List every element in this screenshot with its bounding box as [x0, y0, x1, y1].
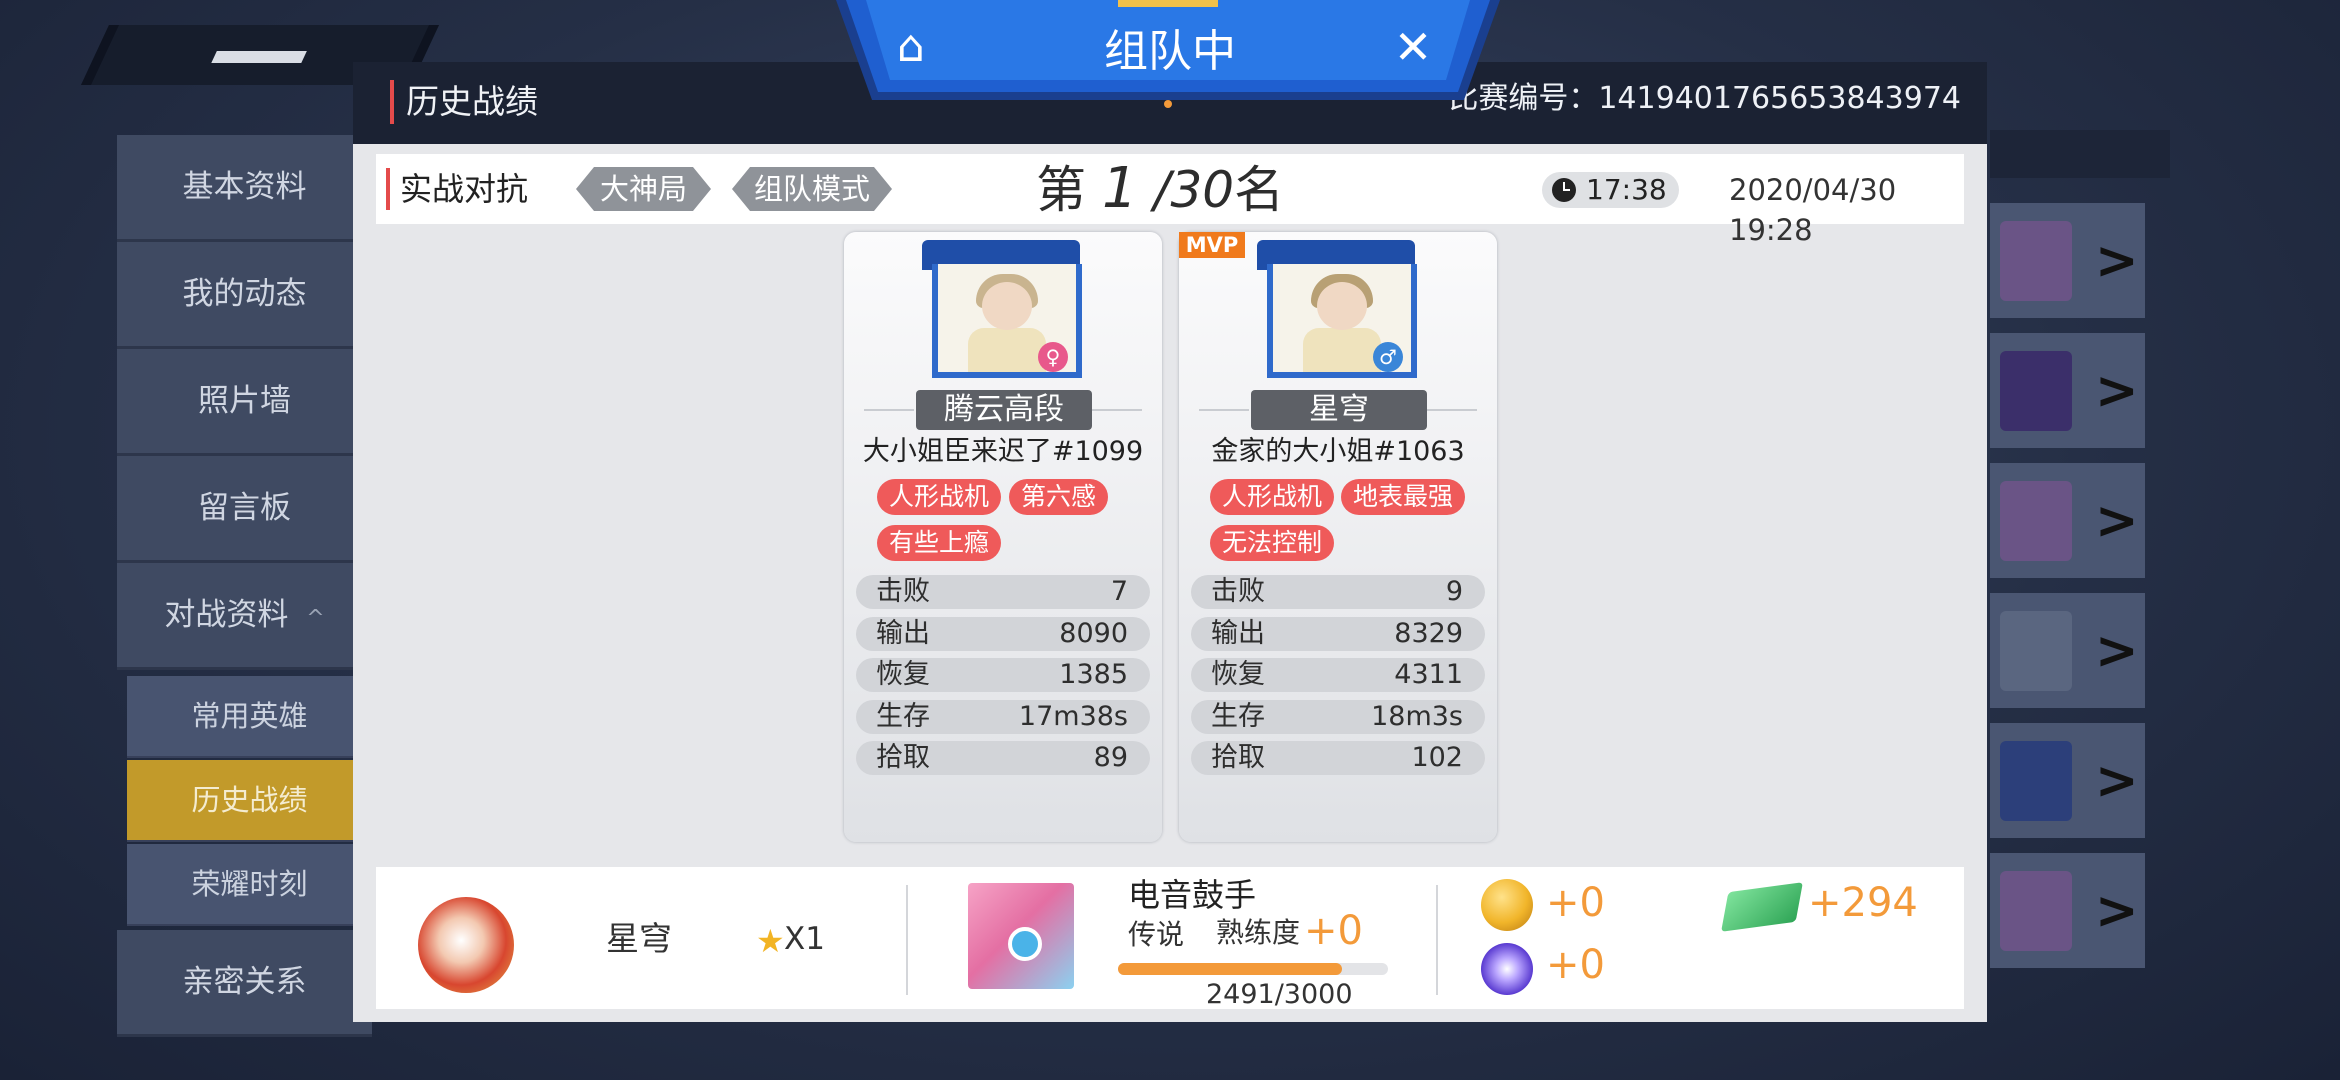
stat-row: 拾取 89 — [856, 741, 1150, 775]
player-name: 金家的大小姐#1063 — [1211, 436, 1465, 467]
proficiency-label: 熟练度 — [1216, 916, 1301, 949]
player-portrait: ♀ — [922, 240, 1082, 385]
sidebar-item-label: 对战资料 — [164, 597, 289, 633]
star-icon: ★ — [756, 922, 785, 960]
history-row[interactable]: > — [1990, 723, 2145, 838]
hero-avatar — [968, 883, 1074, 989]
rank-emblem-icon — [418, 897, 514, 993]
chevron-right-icon: > — [2095, 231, 2139, 291]
list-header-bar — [1990, 130, 2170, 178]
history-row[interactable]: > — [1990, 463, 2145, 578]
duration-text: 17:38 — [1586, 173, 1667, 206]
progress-text: 2491/3000 — [1206, 979, 1353, 1010]
hero-name: 电音鼓手 — [1128, 876, 1257, 914]
player-tag: 有些上瘾 — [877, 525, 1002, 561]
crystal-icon — [1481, 943, 1533, 995]
player-tag: 人形战机 — [877, 479, 1002, 515]
chevron-right-icon: > — [2095, 881, 2139, 941]
home-icon[interactable]: ⌂ — [886, 22, 936, 72]
chevron-right-icon: > — [2095, 621, 2139, 681]
player-tag: 第六感 — [1009, 479, 1109, 515]
player-portrait: ♂ — [1257, 240, 1417, 385]
progress-fill — [1118, 963, 1343, 975]
mode-label: 实战对抗 — [386, 168, 528, 210]
hero-thumb — [2000, 611, 2072, 691]
history-row[interactable]: > — [1990, 333, 2145, 448]
proficiency-progress — [1118, 963, 1388, 975]
stat-row: 生存 17m38s — [856, 700, 1150, 734]
gold-coin-icon — [1481, 879, 1533, 931]
rank-number: 1 — [1102, 156, 1138, 221]
history-row[interactable]: > — [1990, 593, 2145, 708]
rank-suffix: 名 — [1234, 161, 1285, 219]
male-icon: ♂ — [1373, 342, 1403, 372]
reward-summary: 星穹 ★ X1 电音鼓手 传说 熟练度 +0 2491/3000 +0 +294… — [376, 867, 1964, 1010]
banner-title: 组队中 — [1104, 26, 1236, 77]
match-datetime: 2020/04/30 19:28 — [1729, 173, 1897, 247]
rank-title: 星穹 — [1251, 390, 1427, 430]
chip-god-match: 大神局 — [576, 167, 711, 211]
sidebar-item-message-board[interactable]: 留言板 — [117, 456, 372, 563]
rank-title: 腾云高段 — [916, 390, 1092, 430]
sub-item-common-heroes[interactable]: 常用英雄 — [127, 676, 372, 758]
player-name: 大小姐臣来迟了#1099 — [862, 436, 1144, 467]
sidebar-item-photo-wall[interactable]: 照片墙 — [117, 349, 372, 456]
player-card[interactable]: ♀ 腾云高段 大小姐臣来迟了#1099 人形战机 第六感 有些上瘾 击败 7 输出… — [844, 232, 1162, 842]
stat-row: 输出 8329 — [1191, 617, 1485, 651]
hero-thumb — [2000, 871, 2072, 951]
hero-tier: 传说 — [1128, 918, 1185, 951]
proficiency-gain: +0 — [1304, 908, 1363, 954]
sidebar-item-my-feed[interactable]: 我的动态 — [117, 242, 372, 349]
sidebar-item-basic-info[interactable]: 基本资料 — [117, 135, 372, 242]
sidebar-item-battle-data[interactable]: 对战资料 ^ — [117, 563, 372, 670]
ticket-gain: +294 — [1808, 880, 1918, 926]
stat-row: 生存 18m3s — [1191, 700, 1485, 734]
sub-item-history[interactable]: 历史战绩 — [127, 760, 372, 842]
crystal-gain: +0 — [1546, 942, 1605, 988]
stat-row: 击败 9 — [1191, 575, 1485, 609]
chip-team-mode: 组队模式 — [732, 167, 892, 211]
hero-thumb — [2000, 221, 2072, 301]
hero-thumb — [2000, 741, 2072, 821]
star-count: X1 — [784, 921, 825, 957]
hero-thumb — [2000, 351, 2072, 431]
stat-row: 输出 8090 — [856, 617, 1150, 651]
female-icon: ♀ — [1038, 342, 1068, 372]
summary-rank-name: 星穹 — [606, 919, 672, 958]
history-modal: 历史战绩 比赛编号：1419401765653843974 实战对抗 大神局 组… — [353, 62, 1987, 1022]
history-row[interactable]: > — [1990, 853, 2145, 968]
rank-prefix: 第 — [1036, 161, 1086, 219]
history-row[interactable]: > — [1990, 203, 2145, 318]
duration-pill: 17:38 — [1542, 172, 1679, 208]
match-info-bar: 实战对抗 大神局 组队模式 第 1/30名 17:38 2020/04/30 19… — [376, 154, 1964, 247]
player-tag: 地表最强 — [1341, 479, 1466, 515]
mvp-badge: MVP — [1179, 232, 1245, 258]
close-icon[interactable]: ✕ — [1388, 22, 1438, 72]
clock-icon — [1552, 178, 1576, 202]
hero-thumb — [2000, 481, 2072, 561]
modal-title: 历史战绩 — [390, 80, 538, 124]
chevron-right-icon: > — [2095, 751, 2139, 811]
stat-row: 击败 7 — [856, 575, 1150, 609]
stat-row: 恢复 1385 — [856, 658, 1150, 692]
player-tag: 人形战机 — [1210, 479, 1335, 515]
sidebar-item-intimacy[interactable]: 亲密关系 — [117, 930, 372, 1037]
ticket-icon — [1721, 882, 1803, 932]
match-id: 比赛编号：1419401765653843974 — [1448, 81, 1961, 116]
rank-total: /30 — [1153, 161, 1235, 219]
chevron-up-icon: ^ — [306, 606, 325, 631]
player-tag: 无法控制 — [1210, 525, 1335, 561]
sub-item-glory-moments[interactable]: 荣耀时刻 — [127, 844, 372, 926]
stat-row: 拾取 102 — [1191, 741, 1485, 775]
player-card[interactable]: MVP ♂ 星穹 金家的大小姐#1063 人形战机 地表最强 无法控制 击败 9 … — [1179, 232, 1497, 842]
team-rank: 第 1/30名 — [1036, 158, 1284, 221]
stat-row: 恢复 4311 — [1191, 658, 1485, 692]
gold-gain: +0 — [1546, 880, 1605, 926]
chevron-right-icon: > — [2095, 491, 2139, 551]
chevron-right-icon: > — [2095, 361, 2139, 421]
